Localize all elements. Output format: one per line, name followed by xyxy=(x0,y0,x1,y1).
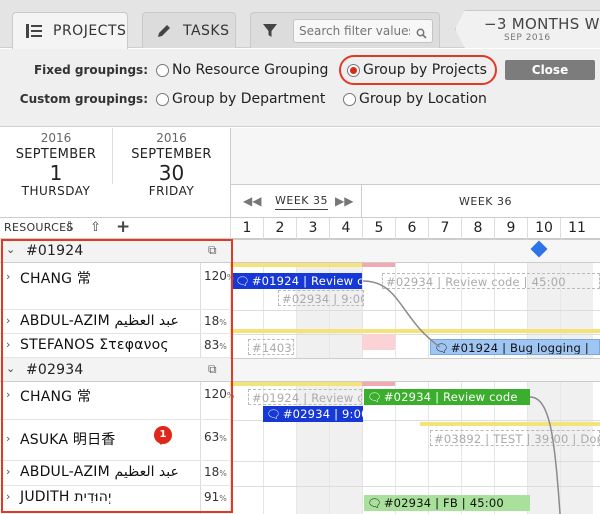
radio-label: No Resource Grouping xyxy=(172,62,329,78)
day-cell: 2 xyxy=(263,218,296,240)
search-input[interactable] xyxy=(293,19,433,43)
day-cell: 4 xyxy=(329,218,362,240)
top-toolbar: PROJECTS TASKS −3 MONTHS WE SEP 2016 xyxy=(0,0,600,49)
week-row: ◀◀ WEEK 35 ▶▶ WEEK 36 xyxy=(230,184,600,218)
radio-button[interactable] xyxy=(156,92,169,106)
resources-header: RESOURCES ⇩ ⇧ + xyxy=(0,217,230,239)
radio-button-selected[interactable] xyxy=(347,63,360,77)
search-icon[interactable] xyxy=(416,24,427,43)
timeline-header-blank xyxy=(230,128,600,184)
tab-tasks-label: TASKS xyxy=(183,22,230,39)
radio-label: Group by Projects xyxy=(363,62,487,78)
radio-group-by-projects[interactable]: Group by Projects xyxy=(347,62,487,78)
radio-no-resource-grouping[interactable]: No Resource Grouping xyxy=(156,62,328,78)
end-weekday: FRIDAY xyxy=(148,184,195,198)
grouping-panel: Fixed groupings: Custom groupings: No Re… xyxy=(0,49,600,127)
custom-groupings-label: Custom groupings: xyxy=(19,92,148,106)
day-cell: 3 xyxy=(296,218,329,240)
day-cell: 8 xyxy=(461,218,494,240)
radio-button[interactable] xyxy=(343,92,356,106)
day-cell: 6 xyxy=(395,218,428,240)
tab-projects[interactable]: PROJECTS xyxy=(12,12,128,49)
timeline-grid: 🗨#01924 | Review code #02934 | 9:00 #029… xyxy=(230,239,600,514)
radio-group-by-location[interactable]: Group by Location xyxy=(343,91,487,107)
week-label: WEEK 36 xyxy=(459,195,512,208)
start-weekday: THURSDAY xyxy=(21,184,91,198)
sort-up-icon[interactable]: ⇧ xyxy=(90,220,101,235)
close-button[interactable]: Close xyxy=(505,60,595,80)
resource-list-highlight xyxy=(1,239,233,513)
day-cell: 10 xyxy=(527,218,560,240)
day-cell: 11 xyxy=(560,218,593,240)
radio-group-by-department[interactable]: Group by Department xyxy=(156,91,325,107)
tab-projects-label: PROJECTS xyxy=(53,23,127,39)
prev-week-button[interactable]: ◀◀ xyxy=(243,194,261,208)
period-back-button[interactable]: −3 MONTHS WE SEP 2016 xyxy=(455,10,600,48)
week-navigator: ◀◀ WEEK 35 ▶▶ xyxy=(231,185,362,218)
day-cell: 5 xyxy=(362,218,395,240)
list-icon xyxy=(23,24,45,38)
pencil-icon xyxy=(153,23,175,39)
period-sublabel: SEP 2016 xyxy=(504,33,551,43)
fixed-groupings-label: Fixed groupings: xyxy=(33,63,148,77)
sort-down-icon[interactable]: ⇩ xyxy=(64,220,75,235)
filter-icon[interactable] xyxy=(257,19,283,43)
start-day: 1 xyxy=(49,161,63,185)
radio-label: Group by Department xyxy=(172,91,326,107)
radio-label: Group by Location xyxy=(359,91,487,107)
start-month: SEPTEMBER xyxy=(15,147,97,162)
current-week-label[interactable]: WEEK 35 xyxy=(275,194,328,210)
end-date[interactable]: 2016 SEPTEMBER 30 FRIDAY xyxy=(113,128,230,198)
add-resource-icon[interactable]: + xyxy=(116,217,130,237)
day-cell: 9 xyxy=(494,218,527,240)
day-numbers: 1 2 3 4 5 6 7 8 9 10 11 xyxy=(230,217,600,240)
end-month: SEPTEMBER xyxy=(131,147,212,162)
day-cell: 1 xyxy=(230,218,263,240)
end-year: 2016 xyxy=(156,131,187,145)
filter-area xyxy=(250,12,440,48)
start-year: 2016 xyxy=(40,131,72,145)
period-label: −3 MONTHS WE xyxy=(484,15,600,33)
dependency-lines xyxy=(362,280,561,514)
start-date[interactable]: 2016 SEPTEMBER 1 THURSDAY xyxy=(0,128,113,198)
end-day: 30 xyxy=(158,161,185,185)
radio-button[interactable] xyxy=(156,63,169,77)
next-week-button[interactable]: ▶▶ xyxy=(335,194,353,208)
tab-tasks[interactable]: TASKS xyxy=(142,12,236,48)
day-cell: 7 xyxy=(428,218,461,240)
date-range: 2016 SEPTEMBER 1 THURSDAY 2016 SEPTEMBER… xyxy=(0,128,230,198)
